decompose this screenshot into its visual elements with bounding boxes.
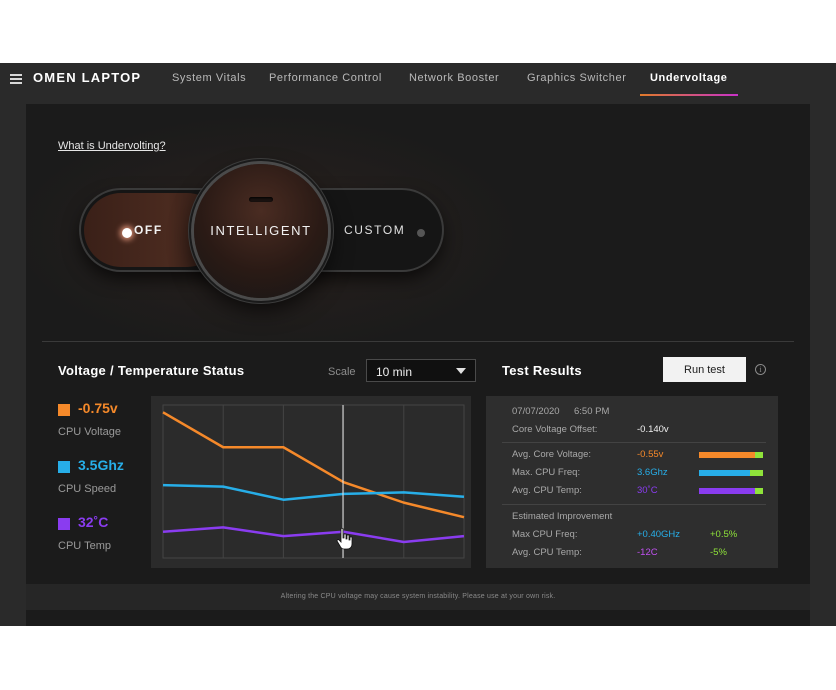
cpu-speed-label: CPU Speed [58, 483, 117, 495]
scale-dropdown[interactable]: 10 min [366, 359, 476, 382]
cpu-temp-label: CPU Temp [58, 540, 111, 552]
avg-cpu-temp-bar [699, 488, 763, 494]
status-title: Voltage / Temperature Status [58, 363, 245, 378]
test-time: 6:50 PM [574, 406, 610, 417]
cpu-voltage-line [162, 411, 465, 519]
cpu-speed-line [162, 483, 465, 501]
cpu-speed-value: 3.5Ghz [78, 457, 124, 473]
tab-system-vitals[interactable]: System Vitals [172, 72, 246, 84]
status-chart [151, 396, 471, 568]
estimated-improvement-heading: Estimated Improvement [512, 511, 613, 522]
top-nav: OMEN LAPTOP System Vitals Performance Co… [0, 63, 836, 103]
cpu-speed-swatch [58, 461, 70, 473]
tab-graphics-switcher[interactable]: Graphics Switcher [527, 72, 626, 84]
improve-avg-cpu-temp-value: -12C [637, 547, 658, 558]
test-date: 07/07/2020 [512, 406, 560, 417]
avg-core-voltage-label: Avg. Core Voltage: [512, 449, 592, 460]
run-test-button[interactable]: Run test [663, 357, 746, 382]
results-divider [502, 442, 766, 443]
improve-avg-cpu-temp-label: Avg. CPU Temp: [512, 547, 582, 558]
core-voltage-offset-value: -0.140v [637, 424, 669, 435]
off-indicator-dot [122, 228, 132, 238]
tab-network-booster[interactable]: Network Booster [409, 72, 499, 84]
core-voltage-offset-label: Core Voltage Offset: [512, 424, 598, 435]
custom-indicator-dot [417, 229, 425, 237]
avg-core-voltage-value: -0.55v [637, 449, 664, 460]
undervoltage-panel: What is Undervolting? OFF CUSTOM INTELLI… [26, 104, 810, 626]
mode-intelligent-label[interactable]: INTELLIGENT [208, 223, 314, 238]
max-cpu-freq-bar [699, 470, 763, 476]
improve-max-cpu-freq-pct: +0.5% [710, 529, 738, 540]
cpu-temp-value: 32˚C [78, 514, 109, 530]
avg-core-voltage-bar [699, 452, 763, 458]
test-results-title: Test Results [502, 363, 582, 378]
cpu-voltage-value: -0.75v [78, 400, 118, 416]
cpu-voltage-swatch [58, 404, 70, 416]
scale-label: Scale [328, 366, 356, 378]
info-icon[interactable]: i [755, 364, 766, 375]
cpu-temp-swatch [58, 518, 70, 530]
hamburger-menu-icon[interactable] [10, 74, 22, 84]
app-window: OMEN LAPTOP System Vitals Performance Co… [0, 63, 836, 626]
mode-off-label[interactable]: OFF [134, 223, 163, 237]
footer-disclaimer: Altering the CPU voltage may cause syste… [280, 593, 556, 600]
cpu-temp-line [162, 526, 465, 544]
test-results-box: 07/07/2020 6:50 PM Core Voltage Offset: … [486, 396, 778, 568]
footer: Altering the CPU voltage may cause syste… [26, 584, 810, 610]
mode-custom-label[interactable]: CUSTOM [344, 223, 405, 237]
app-title: OMEN LAPTOP [33, 70, 142, 85]
improve-max-cpu-freq-value: +0.40GHz [637, 529, 681, 540]
cpu-voltage-label: CPU Voltage [58, 426, 121, 438]
status-chart-svg [162, 404, 465, 559]
active-tab-indicator [640, 94, 738, 96]
max-cpu-freq-label: Max. CPU Freq: [512, 467, 581, 478]
chevron-down-icon [456, 368, 466, 374]
mode-section: What is Undervolting? OFF CUSTOM INTELLI… [26, 104, 810, 342]
tab-undervoltage[interactable]: Undervoltage [650, 72, 728, 84]
avg-cpu-temp-value: 30˚C [637, 485, 658, 496]
improve-avg-cpu-temp-pct: -5% [710, 547, 727, 558]
max-cpu-freq-value: 3.6Ghz [637, 467, 668, 478]
results-divider [502, 504, 766, 505]
knob-notch [249, 197, 273, 202]
improve-max-cpu-freq-label: Max CPU Freq: [512, 529, 578, 540]
scale-value: 10 min [376, 365, 413, 379]
what-is-undervolting-link[interactable]: What is Undervolting? [58, 140, 166, 152]
avg-cpu-temp-label: Avg. CPU Temp: [512, 485, 582, 496]
tab-performance-control[interactable]: Performance Control [269, 72, 382, 84]
section-divider [42, 341, 794, 342]
